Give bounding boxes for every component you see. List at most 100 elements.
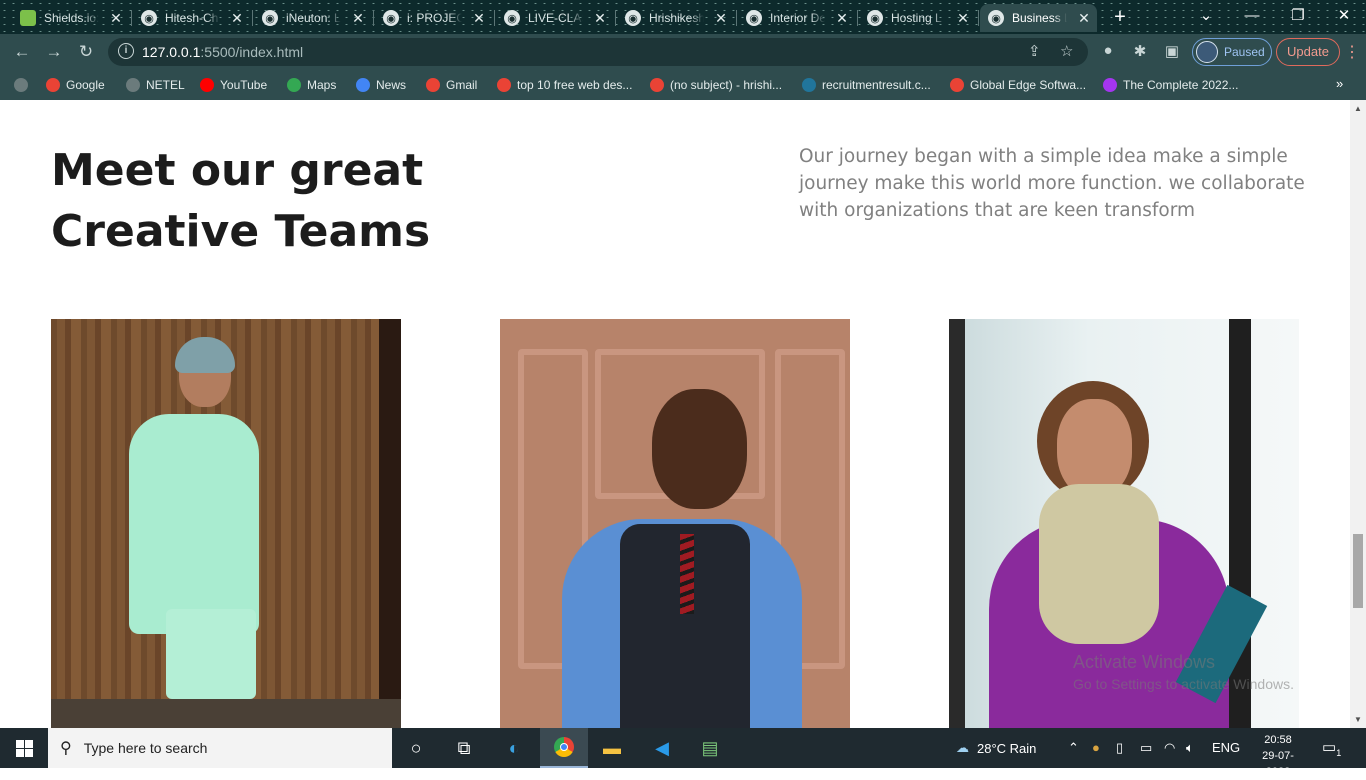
- wifi-icon[interactable]: ◠: [1164, 740, 1175, 756]
- tab-8[interactable]: ◉ Hosting L ✕: [859, 4, 976, 32]
- bookmarks-bar: Google NETEL YouTube Maps News Gmail top 10 fr…: [0, 70, 1366, 100]
- gmail-icon: [950, 78, 964, 92]
- bookmark-8[interactable]: (no subject) - hrishi...: [650, 76, 782, 94]
- tab-separator: [978, 10, 979, 26]
- tab-separator: [131, 10, 132, 26]
- browser-toolbar: ← → ↻ i 127.0.0.1:5500/index.html ⇪ ☆ ● …: [0, 34, 1366, 70]
- apps-icon[interactable]: [14, 76, 28, 94]
- tab-6[interactable]: ◉ Hrishikesh ✕: [617, 4, 734, 32]
- weather-widget[interactable]: ☁ 28°C Rain: [956, 728, 1036, 768]
- scroll-up-icon[interactable]: ▲: [1354, 104, 1362, 113]
- profile-button[interactable]: Paused: [1192, 38, 1272, 66]
- cortana-icon[interactable]: ○: [392, 728, 440, 768]
- google-icon: [46, 78, 60, 92]
- tab-9[interactable]: ◉ Business L ✕: [980, 4, 1097, 32]
- bookmark-1[interactable]: Google: [46, 76, 105, 94]
- globe-icon: ◉: [625, 10, 641, 26]
- tab-separator: [373, 10, 374, 26]
- close-tab-icon[interactable]: ✕: [228, 10, 246, 27]
- bookmark-6[interactable]: Gmail: [426, 76, 477, 94]
- minimize-button[interactable]: —: [1236, 4, 1268, 28]
- tab-title: iNeuton: L: [286, 11, 341, 25]
- url-text[interactable]: 127.0.0.1:5500/index.html: [142, 44, 303, 60]
- volume-icon[interactable]: 🔈︎: [1186, 740, 1194, 756]
- bookmark-3[interactable]: YouTube: [200, 76, 267, 94]
- bookmark-7[interactable]: top 10 free web des...: [497, 76, 632, 94]
- web-page: Meet our great Creative Teams Our journe…: [0, 100, 1350, 728]
- tab-separator: [494, 10, 495, 26]
- bookmark-label: recruitmentresult.c...: [822, 78, 931, 92]
- bookmark-10[interactable]: Global Edge Softwa...: [950, 76, 1086, 94]
- bookmark-2[interactable]: NETEL: [126, 76, 185, 94]
- show-hidden-icons-chevron-icon[interactable]: ⌃: [1068, 740, 1079, 756]
- close-tab-icon[interactable]: ✕: [470, 10, 488, 27]
- tab-title: Hosting L: [891, 11, 942, 25]
- tab-4[interactable]: ◉ i: PROJECT ✕: [375, 4, 492, 32]
- language-indicator[interactable]: ENG: [1212, 740, 1240, 755]
- address-bar[interactable]: i 127.0.0.1:5500/index.html ⇪ ☆: [108, 38, 1088, 66]
- rain-cloud-icon: ☁: [956, 740, 969, 755]
- bookmark-star-icon[interactable]: ☆: [1060, 42, 1073, 60]
- bookmark-11[interactable]: The Complete 2022...: [1103, 76, 1238, 94]
- notifications-icon[interactable]: ▭1: [1322, 738, 1341, 758]
- globe-icon: ◉: [988, 10, 1004, 26]
- clock-time: 20:58: [1264, 734, 1292, 746]
- update-button[interactable]: Update: [1276, 38, 1340, 66]
- page-scrollbar[interactable]: ▲ ▼: [1350, 100, 1366, 728]
- weather-text: 28°C Rain: [977, 740, 1037, 756]
- globe-icon: ◉: [262, 10, 278, 26]
- tab-1[interactable]: Shields.io: ✕: [12, 4, 129, 32]
- bookmark-4[interactable]: Maps: [287, 76, 336, 94]
- reload-button[interactable]: ↻: [74, 40, 98, 64]
- new-tab-button[interactable]: +: [1110, 6, 1130, 29]
- edge-browser-icon[interactable]: ◐: [490, 728, 538, 768]
- tab-search-icon[interactable]: ⌄: [1190, 4, 1222, 28]
- close-tab-icon[interactable]: ✕: [107, 10, 125, 27]
- tab-5[interactable]: ◉ LIVE-CLAS ✕: [496, 4, 613, 32]
- task-manager-icon[interactable]: ▤: [686, 728, 734, 768]
- close-window-button[interactable]: ✕: [1328, 4, 1360, 28]
- bookmark-9[interactable]: recruitmentresult.c...: [802, 76, 931, 94]
- tab-title: Business L: [1012, 11, 1067, 25]
- maximize-button[interactable]: ❐: [1282, 4, 1314, 28]
- tab-7[interactable]: ◉ Interior De ✕: [738, 4, 855, 32]
- tab-3[interactable]: ◉ iNeuton: L ✕: [254, 4, 371, 32]
- vscode-icon[interactable]: ◀: [638, 728, 686, 768]
- close-tab-icon[interactable]: ✕: [712, 10, 730, 27]
- forward-button[interactable]: →: [42, 40, 66, 64]
- news-icon: [356, 78, 370, 92]
- bookmark-5[interactable]: News: [356, 76, 406, 94]
- tab-2[interactable]: ◉ Hitesh-Ch ✕: [133, 4, 250, 32]
- extensions-puzzle-icon[interactable]: ✱: [1130, 42, 1150, 60]
- close-tab-icon[interactable]: ✕: [954, 10, 972, 27]
- windows-taskbar: ⚲ Type here to search ○ ⧉ ◐ ▬ ◀ ▤ ☁ 28°C…: [0, 728, 1366, 778]
- meet-now-icon[interactable]: ▯: [1116, 740, 1123, 756]
- back-button[interactable]: ←: [10, 40, 34, 64]
- more-bookmarks-icon[interactable]: »: [1336, 76, 1343, 91]
- close-tab-icon[interactable]: ✕: [1075, 10, 1093, 27]
- tab-title: Hitesh-Ch: [165, 11, 219, 25]
- bookmark-label: (no subject) - hrishi...: [670, 78, 783, 92]
- tab-separator: [857, 10, 858, 26]
- file-explorer-icon[interactable]: ▬: [588, 728, 636, 768]
- scroll-thumb[interactable]: [1353, 534, 1363, 608]
- side-panel-icon[interactable]: ▣: [1162, 42, 1182, 60]
- close-tab-icon[interactable]: ✕: [591, 10, 609, 27]
- share-icon[interactable]: ⇪: [1028, 42, 1041, 60]
- task-view-icon[interactable]: ⧉: [440, 728, 488, 768]
- scroll-down-icon[interactable]: ▼: [1354, 715, 1362, 724]
- activate-windows-watermark: Activate Windows Go to Settings to activ…: [1073, 652, 1294, 692]
- close-tab-icon[interactable]: ✕: [833, 10, 851, 27]
- chrome-browser-icon[interactable]: [540, 728, 588, 768]
- taskbar-search-box[interactable]: ⚲ Type here to search: [48, 728, 392, 768]
- tray-app-icon[interactable]: ●: [1092, 740, 1100, 755]
- menu-icon[interactable]: ⋮: [1344, 42, 1360, 62]
- team-member-photo-2: [500, 319, 850, 728]
- close-tab-icon[interactable]: ✕: [349, 10, 367, 27]
- globe-icon: ◉: [383, 10, 399, 26]
- battery-icon[interactable]: ▭: [1140, 740, 1152, 756]
- system-clock[interactable]: 20:58 29-07-2022: [1256, 732, 1300, 780]
- extension-icon[interactable]: ●: [1098, 42, 1118, 59]
- start-button[interactable]: [0, 728, 48, 768]
- site-info-icon[interactable]: i: [118, 43, 134, 59]
